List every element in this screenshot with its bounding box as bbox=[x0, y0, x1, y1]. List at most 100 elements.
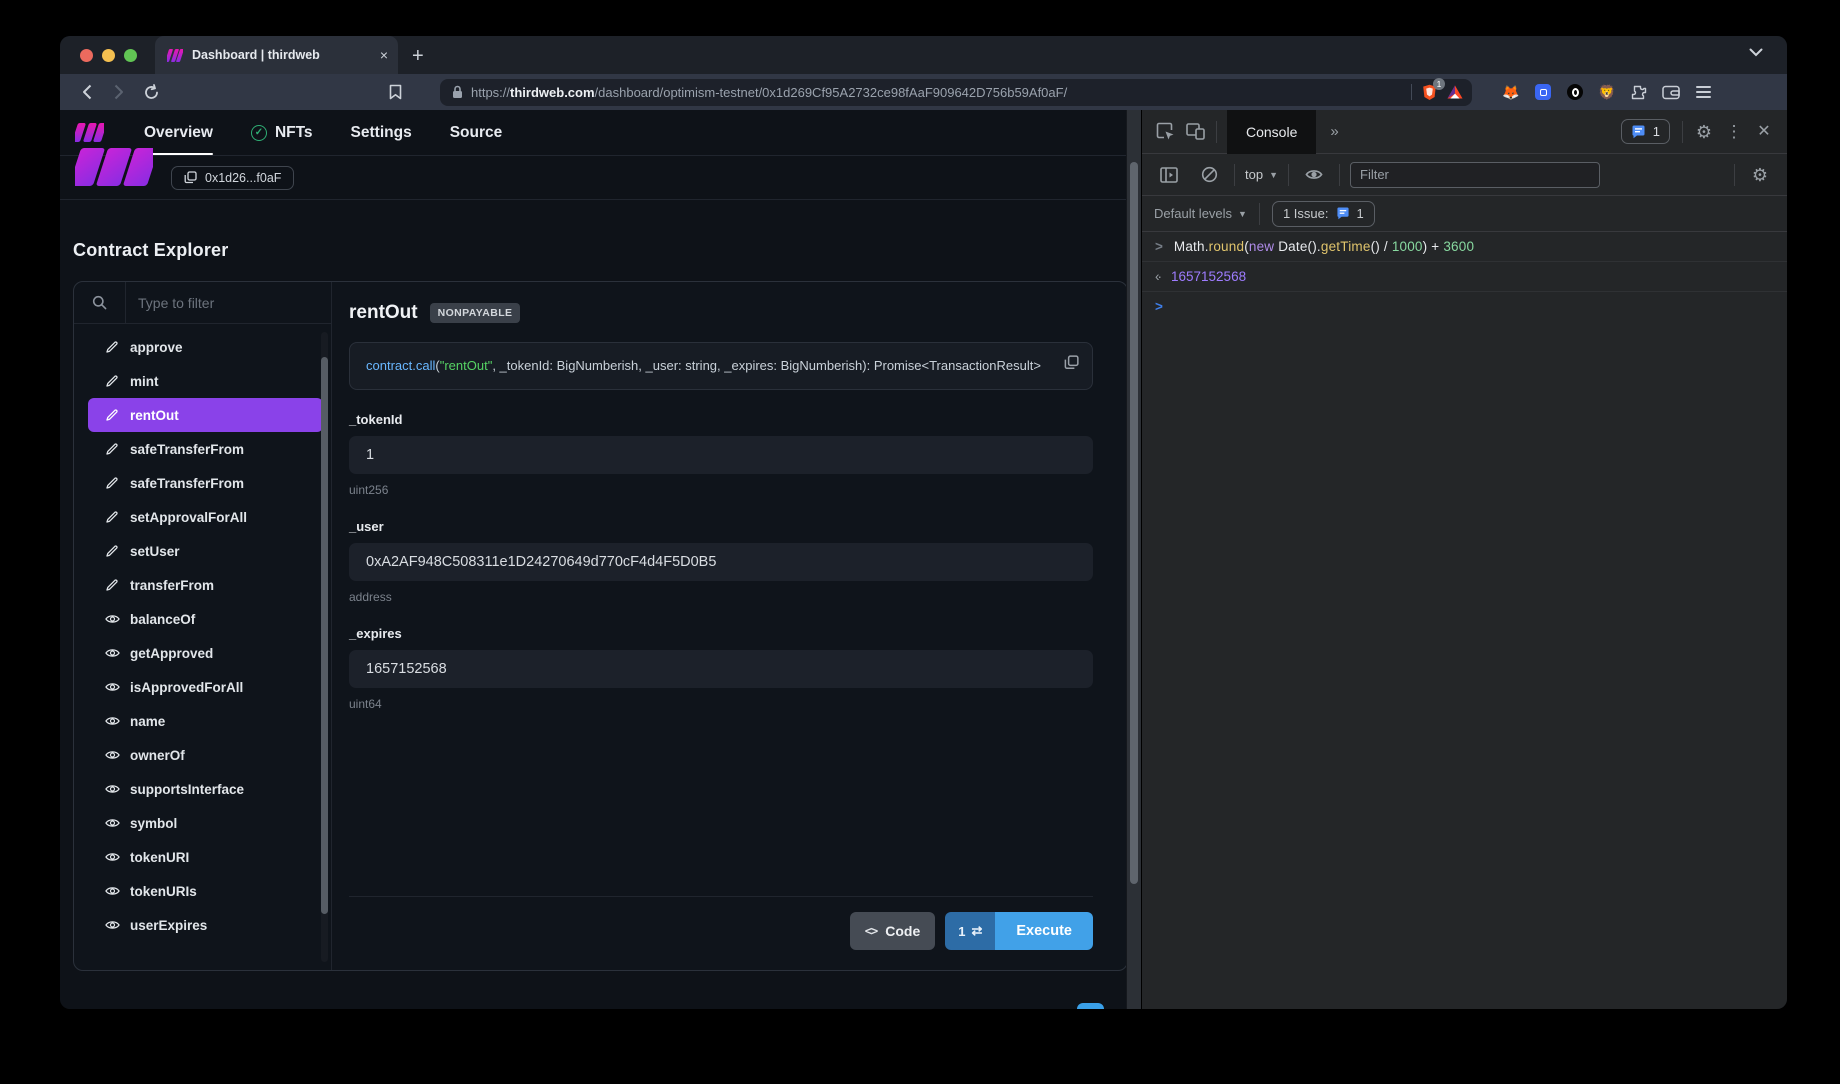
function-filter-input[interactable] bbox=[126, 282, 331, 323]
function-list-item[interactable]: safeTransferFrom bbox=[88, 432, 323, 466]
zoom-window-button[interactable] bbox=[124, 49, 137, 62]
execute-button[interactable]: Execute bbox=[995, 912, 1093, 950]
forward-button[interactable] bbox=[106, 79, 132, 105]
devtools-close-icon[interactable]: ✕ bbox=[1749, 117, 1779, 147]
function-list-item[interactable]: mint bbox=[88, 364, 323, 398]
metamask-extension-icon[interactable]: 🦊 bbox=[1502, 83, 1520, 101]
function-list-item[interactable]: getApproved bbox=[88, 636, 323, 670]
console-output[interactable]: > Math.round(new Date().getTime() / 1000… bbox=[1142, 232, 1787, 1009]
devtools-console-tab[interactable]: Console bbox=[1227, 110, 1316, 154]
browser-menu-icon[interactable] bbox=[1694, 83, 1712, 101]
function-list-item[interactable]: rentOut bbox=[88, 398, 323, 432]
site-nav-item[interactable]: ✓ Source bbox=[450, 110, 503, 155]
eye-icon bbox=[104, 613, 120, 625]
password-manager-extension-icon[interactable] bbox=[1534, 83, 1552, 101]
function-list-item[interactable]: approve bbox=[88, 330, 323, 364]
address-bar[interactable]: https://thirdweb.com/dashboard/optimism-… bbox=[440, 79, 1472, 106]
tab-search-chevron-icon[interactable] bbox=[1749, 48, 1763, 57]
back-button[interactable] bbox=[74, 79, 100, 105]
more-tabs-icon[interactable]: » bbox=[1316, 123, 1352, 140]
function-name: userExpires bbox=[130, 918, 207, 933]
contract-explorer-card: approve mint bbox=[73, 281, 1128, 971]
brave-rewards-bat-icon[interactable] bbox=[1446, 83, 1464, 101]
browser-window: Dashboard | thirdweb × + bbox=[60, 36, 1787, 1009]
function-list-item[interactable]: transferFrom bbox=[88, 568, 323, 602]
new-tab-button[interactable]: + bbox=[398, 45, 438, 74]
function-list-item[interactable]: ownerOf bbox=[88, 738, 323, 772]
context-selector[interactable]: top▼ bbox=[1245, 167, 1278, 182]
dark-circle-extension-icon[interactable] bbox=[1566, 83, 1584, 101]
console-filter-input[interactable] bbox=[1350, 162, 1600, 188]
function-list-item[interactable]: safeTransferFrom bbox=[88, 466, 323, 500]
param-field: _user address bbox=[349, 497, 1093, 604]
param-input[interactable] bbox=[349, 650, 1093, 688]
function-name: safeTransferFrom bbox=[130, 476, 244, 491]
console-message-badge[interactable]: 1 bbox=[1621, 119, 1670, 144]
close-window-button[interactable] bbox=[80, 49, 93, 62]
browser-tab[interactable]: Dashboard | thirdweb × bbox=[155, 36, 398, 74]
pencil-icon bbox=[104, 442, 120, 456]
console-prompt-row[interactable]: > bbox=[1142, 292, 1787, 321]
code-angle-icon: <> bbox=[865, 924, 877, 938]
sidebar-scrollbar-thumb[interactable] bbox=[321, 357, 328, 914]
devtools-settings-icon[interactable]: ⚙ bbox=[1689, 117, 1719, 147]
bookmark-icon[interactable] bbox=[382, 79, 408, 105]
function-list-item[interactable]: userExpires bbox=[88, 908, 323, 942]
site-nav-item[interactable]: ✓ Overview bbox=[144, 110, 213, 155]
return-arrow-icon: ‹· bbox=[1155, 269, 1160, 284]
param-field: _expires uint64 bbox=[349, 604, 1093, 711]
url-text: https://thirdweb.com/dashboard/optimism-… bbox=[471, 85, 1403, 100]
function-list-item[interactable]: name bbox=[88, 704, 323, 738]
function-name: name bbox=[130, 714, 165, 729]
function-list-item[interactable]: setApprovalForAll bbox=[88, 500, 323, 534]
eye-icon bbox=[104, 647, 120, 659]
clear-console-icon[interactable] bbox=[1194, 160, 1224, 190]
function-list-item[interactable]: symbol bbox=[88, 806, 323, 840]
contract-address-badge[interactable]: 0x1d26...f0aF bbox=[171, 166, 294, 190]
function-list-item[interactable]: setUser bbox=[88, 534, 323, 568]
device-toolbar-icon[interactable] bbox=[1180, 117, 1210, 147]
execute-count-button[interactable]: 1⇄ bbox=[945, 912, 995, 950]
site-nav-item[interactable]: ✓ NFTs bbox=[251, 110, 313, 155]
function-list-item[interactable]: tokenURIs bbox=[88, 874, 323, 908]
copy-signature-icon[interactable] bbox=[1064, 355, 1079, 370]
chevron-down-icon: ▼ bbox=[1238, 209, 1247, 219]
page-scrollbar[interactable] bbox=[1126, 110, 1141, 1009]
function-name: supportsInterface bbox=[130, 782, 244, 797]
function-list-item[interactable]: isApprovedForAll bbox=[88, 670, 323, 704]
console-settings-gear-icon[interactable]: ⚙ bbox=[1745, 160, 1775, 190]
function-name: tokenURIs bbox=[130, 884, 197, 899]
function-list-item[interactable]: balanceOf bbox=[88, 602, 323, 636]
console-sidebar-icon[interactable] bbox=[1154, 160, 1184, 190]
function-list-item[interactable]: supportsInterface bbox=[88, 772, 323, 806]
brave-wallet-icon[interactable] bbox=[1662, 83, 1680, 101]
minimize-window-button[interactable] bbox=[102, 49, 115, 62]
pencil-icon bbox=[104, 544, 120, 558]
swap-icon: ⇄ bbox=[971, 923, 982, 939]
code-button[interactable]: <> Code bbox=[850, 912, 935, 950]
param-input[interactable] bbox=[349, 543, 1093, 581]
live-expression-eye-icon[interactable] bbox=[1299, 160, 1329, 190]
extensions-puzzle-icon[interactable] bbox=[1630, 83, 1648, 101]
inspect-element-icon[interactable] bbox=[1150, 117, 1180, 147]
function-name: mint bbox=[130, 374, 159, 389]
param-type: address bbox=[349, 590, 1093, 604]
thirdweb-logo-icon[interactable] bbox=[75, 123, 104, 142]
brave-shield-icon[interactable]: 1 bbox=[1420, 83, 1438, 101]
chat-widget-sliver[interactable] bbox=[1077, 1003, 1104, 1009]
site-nav-item[interactable]: ✓ Settings bbox=[351, 110, 412, 155]
lion-extension-icon[interactable]: 🦁 bbox=[1598, 83, 1616, 101]
log-levels-dropdown[interactable]: Default levels▼ bbox=[1154, 206, 1247, 221]
lock-icon bbox=[452, 85, 463, 99]
devtools-panel: Console » 1 ⚙ ⋮ ✕ bbox=[1141, 110, 1787, 1009]
param-label: _user bbox=[349, 519, 1093, 534]
devtools-kebab-menu-icon[interactable]: ⋮ bbox=[1719, 117, 1749, 147]
tab-close-icon[interactable]: × bbox=[380, 48, 388, 62]
page-scrollbar-thumb[interactable] bbox=[1130, 162, 1138, 884]
extension-row: 🦊 🦁 bbox=[1502, 83, 1712, 101]
issues-counter[interactable]: 1 Issue: 1 bbox=[1272, 201, 1375, 227]
reload-button[interactable] bbox=[138, 79, 164, 105]
function-list-item[interactable]: tokenURI bbox=[88, 840, 323, 874]
param-input[interactable] bbox=[349, 436, 1093, 474]
signature-code-block: contract.call("rentOut", _tokenId: BigNu… bbox=[349, 342, 1093, 390]
